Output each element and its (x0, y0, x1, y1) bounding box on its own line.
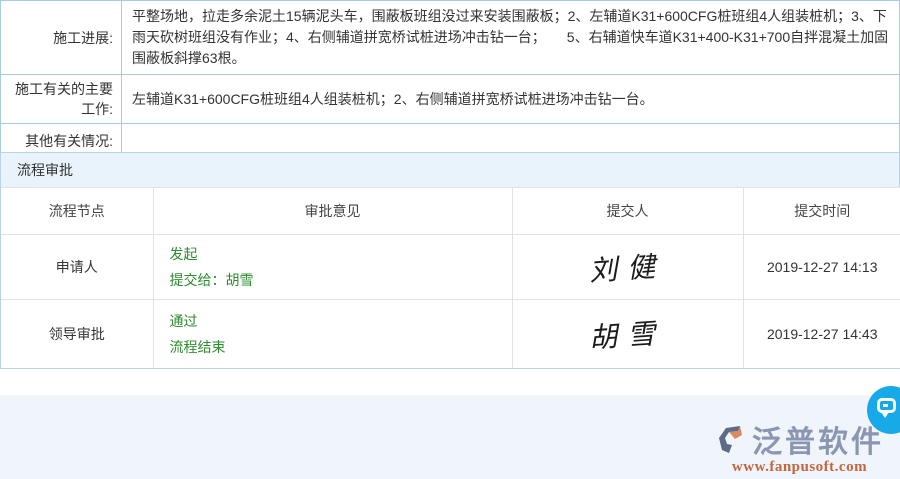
status-initiated: 发起 (169, 246, 198, 262)
opinion-cell: 通过 流程结束 (153, 299, 513, 368)
opinion-cell: 发起 提交给：胡雪 (153, 234, 513, 300)
field-label-progress: 施工进展: (0, 0, 122, 75)
field-value-progress: 平整场地，拉走多余泥土15辆泥头车，围蔽板班组没过来安装围蔽板；2、左辅道K31… (121, 0, 900, 75)
table-header-row: 流程节点 审批意见 提交人 提交时间 (1, 187, 900, 235)
field-value-main-work: 左辅道K31+600CFG桩班组4人组装桩机；2、右侧辅道拼宽桥试桩进场冲击钻一… (121, 74, 900, 124)
signature-huxue: 胡雪 (588, 316, 667, 355)
column-header-time: 提交时间 (743, 187, 900, 235)
brand-name: 泛普软件 (752, 425, 884, 459)
table-row: 施工进展: 平整场地，拉走多余泥土15辆泥头车，围蔽板班组没过来安装围蔽板；2、… (0, 0, 900, 75)
table-row: 申请人 发起 提交给：胡雪 刘健 2019-12-27 14:13 (1, 234, 900, 300)
field-label-main-work: 施工有关的主要工作: (0, 74, 122, 124)
approval-panel: 流程审批 流程节点 审批意见 提交人 提交时间 申请人 发起 提交给：胡雪 刘健 (0, 152, 900, 369)
status-submitted-to: 提交给：胡雪 (169, 272, 254, 288)
brand-watermark: 泛普软件 www.fanpusoft.com (715, 423, 884, 476)
submit-time: 2019-12-27 14:43 (766, 325, 878, 342)
node-applicant: 申请人 (1, 234, 154, 300)
footer-area: 泛普软件 www.fanpusoft.com (0, 395, 900, 479)
node-leader-approval: 领导审批 (1, 299, 154, 368)
construction-info-table: 施工进展: 平整场地，拉走多余泥土15辆泥头车，围蔽板班组没过来安装围蔽板；2、… (0, 0, 900, 158)
column-header-opinion: 审批意见 (153, 187, 513, 235)
status-passed: 通过 (169, 312, 198, 329)
signature-liujian: 刘健 (588, 249, 667, 288)
signature-cell: 胡雪 (512, 299, 744, 368)
status-process-ended: 流程结束 (169, 338, 226, 355)
brand-logo-icon (715, 423, 749, 462)
section-title-approval: 流程审批 (1, 153, 899, 187)
submit-time: 2019-12-27 14:13 (743, 234, 900, 300)
column-header-submitter: 提交人 (512, 187, 744, 235)
table-row: 施工有关的主要工作: 左辅道K31+600CFG桩班组4人组装桩机；2、右侧辅道… (0, 74, 900, 124)
signature-cell: 刘健 (512, 234, 744, 300)
chat-bubble-icon (877, 398, 896, 418)
column-header-node: 流程节点 (1, 187, 154, 235)
brand-url: www.fanpusoft.com (731, 459, 868, 475)
approval-table: 流程节点 审批意见 提交人 提交时间 申请人 发起 提交给：胡雪 刘健 2019… (1, 187, 900, 368)
table-row: 领导审批 通过 流程结束 胡雪 2019-12-27 14:43 (1, 299, 900, 368)
